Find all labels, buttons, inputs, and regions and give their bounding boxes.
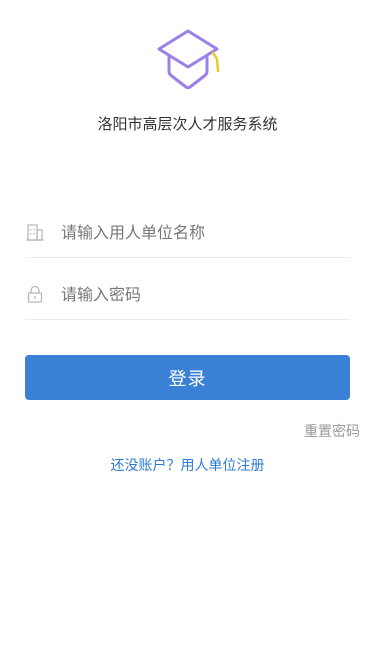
login-button[interactable]: 登录 — [25, 355, 350, 400]
login-page: 洛阳市高层次人才服务系统 登录 重置密码 还没账户？用人单 — [0, 0, 375, 667]
password-field — [25, 269, 350, 320]
password-input[interactable] — [61, 279, 350, 309]
app-title: 洛阳市高层次人才服务系统 — [97, 115, 278, 133]
lock-icon — [25, 284, 45, 304]
org-name-input[interactable] — [61, 217, 350, 247]
building-icon — [25, 222, 45, 242]
register-link[interactable]: 还没账户？用人单位注册 — [0, 455, 375, 475]
reset-password-link[interactable]: 重置密码 — [304, 421, 360, 441]
graduation-cap-icon — [157, 29, 220, 90]
org-name-field — [25, 207, 350, 258]
